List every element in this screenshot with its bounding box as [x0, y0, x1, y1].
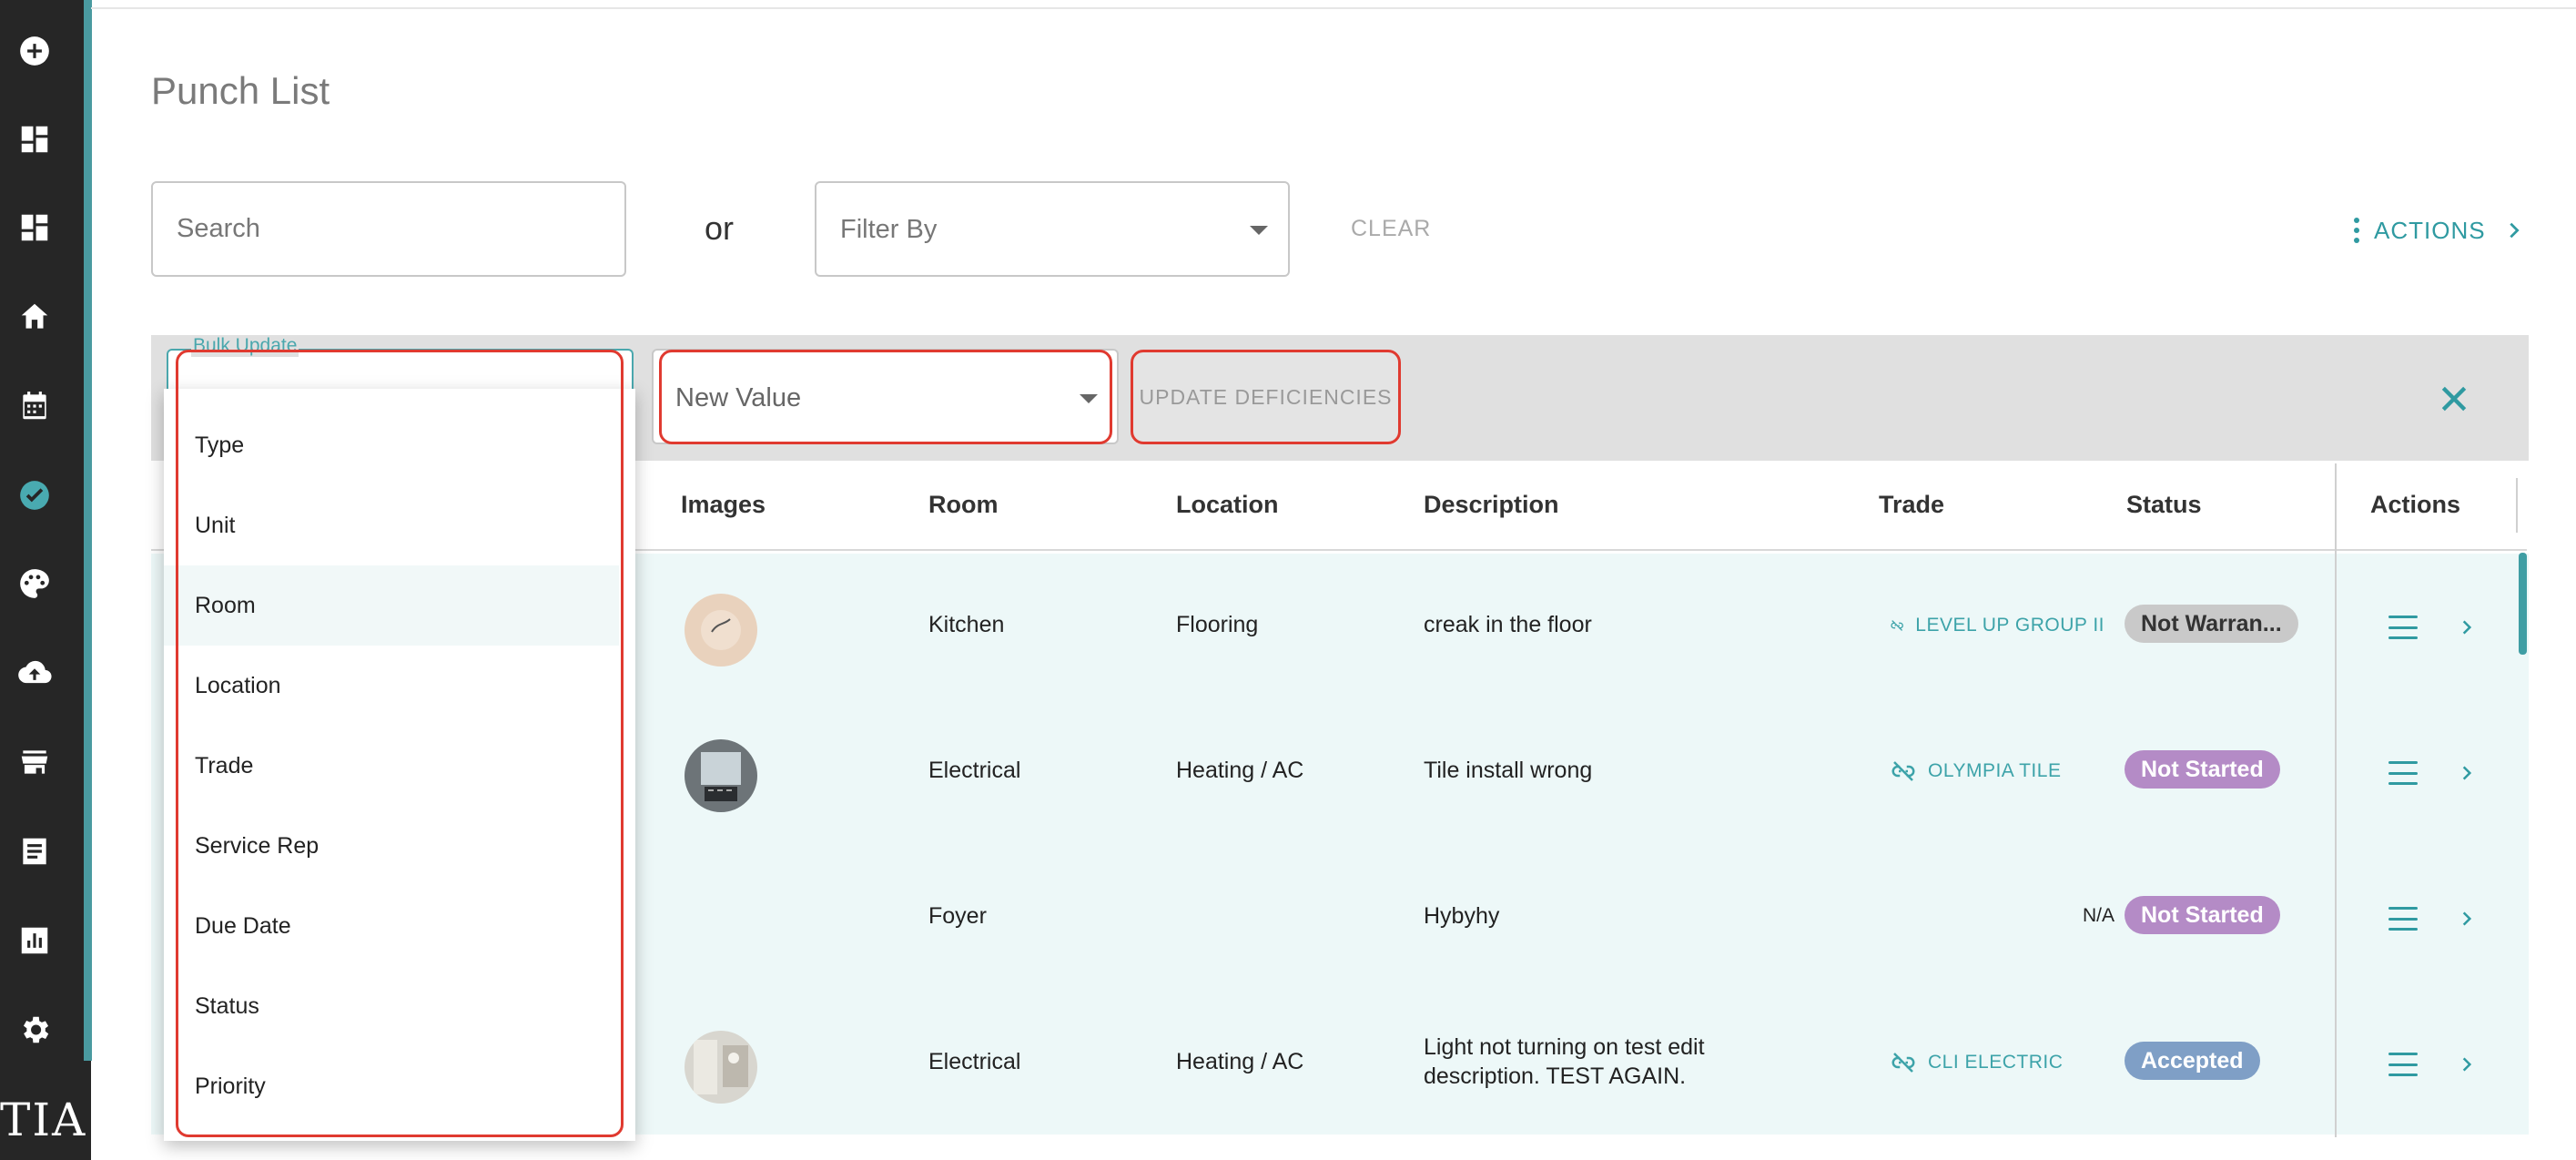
- description-cell: Tile install wrong: [1424, 758, 1593, 783]
- check-circle-icon[interactable]: [16, 477, 53, 514]
- table-scrollbar[interactable]: [2519, 553, 2527, 655]
- trade-link[interactable]: CLI ELECTRIC: [1890, 1049, 2063, 1076]
- page-title: Punch List: [151, 69, 330, 112]
- palette-icon[interactable]: [16, 565, 53, 602]
- link-off-icon: [1891, 1053, 1915, 1073]
- column-header-status[interactable]: Status: [2126, 491, 2202, 519]
- annotation-highlight-update-button: [1131, 350, 1401, 444]
- chevron-right-icon[interactable]: [2458, 1055, 2476, 1074]
- actions-button[interactable]: ACTIONS: [2354, 212, 2524, 249]
- annotation-highlight-field-dropdown: [176, 350, 624, 1137]
- column-header-trade[interactable]: Trade: [1879, 491, 1944, 519]
- hamburger-menu-icon[interactable]: [2388, 761, 2418, 785]
- sidebar: TIA: [0, 0, 91, 1160]
- dashboard-icon[interactable]: [16, 209, 53, 246]
- document-icon[interactable]: [16, 833, 53, 870]
- status-badge: Not Warran...: [2125, 605, 2298, 643]
- trade-cell: N/A: [2083, 905, 2115, 926]
- description-cell-line-2: description. TEST AGAIN.: [1424, 1063, 1687, 1089]
- cloud-upload-icon[interactable]: [16, 655, 53, 691]
- hamburger-menu-icon[interactable]: [2388, 1053, 2418, 1076]
- status-badge: Not Started: [2125, 750, 2280, 789]
- hamburger-menu-icon[interactable]: [2388, 616, 2418, 639]
- room-cell: Foyer: [928, 903, 987, 929]
- link-off-icon: [1891, 620, 1903, 631]
- report-icon[interactable]: [16, 922, 53, 959]
- status-badge: Not Started: [2125, 896, 2280, 934]
- chevron-right-icon[interactable]: [2458, 910, 2476, 928]
- description-cell: Hybyhy: [1424, 903, 1500, 929]
- trade-name: LEVEL UP GROUP II: [1915, 615, 2104, 636]
- location-cell: Heating / AC: [1176, 1049, 1304, 1074]
- hamburger-menu-icon[interactable]: [2388, 907, 2418, 931]
- deficiency-thumbnail[interactable]: [685, 594, 757, 666]
- or-label: or: [705, 209, 735, 247]
- room-cell: Electrical: [928, 758, 1021, 783]
- trade-link[interactable]: LEVEL UP GROUP II: [1890, 612, 2104, 639]
- chevron-right-icon[interactable]: [2458, 764, 2476, 782]
- top-divider: [91, 7, 2576, 9]
- location-cell: Flooring: [1176, 612, 1259, 637]
- annotation-highlight-new-value: [659, 350, 1112, 444]
- close-icon[interactable]: [2436, 381, 2472, 417]
- filter-by-select[interactable]: Filter By: [815, 181, 1290, 277]
- deficiency-thumbnail[interactable]: [685, 739, 757, 812]
- room-cell: Electrical: [928, 1049, 1021, 1074]
- chevron-down-icon: [1250, 226, 1268, 235]
- trade-name: CLI ELECTRIC: [1928, 1052, 2064, 1073]
- actions-label: ACTIONS: [2374, 216, 2486, 244]
- column-divider: [2516, 478, 2518, 533]
- trade-link[interactable]: OLYMPIA TILE: [1890, 758, 2061, 785]
- filter-by-placeholder: Filter By: [840, 215, 938, 244]
- search-input[interactable]: [151, 181, 626, 277]
- description-cell-line-1: Light not turning on test edit: [1424, 1034, 1705, 1060]
- chevron-right-icon: [2509, 222, 2520, 239]
- sidebar-accent-bar: [84, 0, 92, 1061]
- chevron-right-icon[interactable]: [2458, 618, 2476, 636]
- column-header-location[interactable]: Location: [1176, 491, 1279, 519]
- app-logo: TIA: [0, 1094, 87, 1146]
- trade-name: OLYMPIA TILE: [1928, 760, 2062, 781]
- column-header-actions: Actions: [2370, 491, 2461, 518]
- home-icon[interactable]: [16, 299, 53, 335]
- kebab-menu-icon: [2354, 218, 2359, 243]
- status-badge: Accepted: [2125, 1042, 2260, 1080]
- clear-button[interactable]: CLEAR: [1351, 216, 1431, 242]
- calendar-icon[interactable]: [16, 388, 53, 424]
- dashboard-icon[interactable]: [16, 121, 53, 158]
- column-header-images[interactable]: Images: [681, 491, 766, 519]
- actions-column-divider: [2335, 463, 2337, 1137]
- deficiency-thumbnail[interactable]: [685, 1031, 757, 1104]
- description-cell: creak in the floor: [1424, 612, 1592, 637]
- location-cell: Heating / AC: [1176, 758, 1304, 783]
- store-icon[interactable]: [16, 744, 53, 780]
- link-off-icon: [1891, 761, 1915, 781]
- column-header-description[interactable]: Description: [1424, 491, 1559, 519]
- gear-icon[interactable]: [16, 1012, 53, 1048]
- room-cell: Kitchen: [928, 612, 1005, 637]
- plus-circle-icon[interactable]: [16, 33, 53, 69]
- column-header-room[interactable]: Room: [928, 491, 999, 519]
